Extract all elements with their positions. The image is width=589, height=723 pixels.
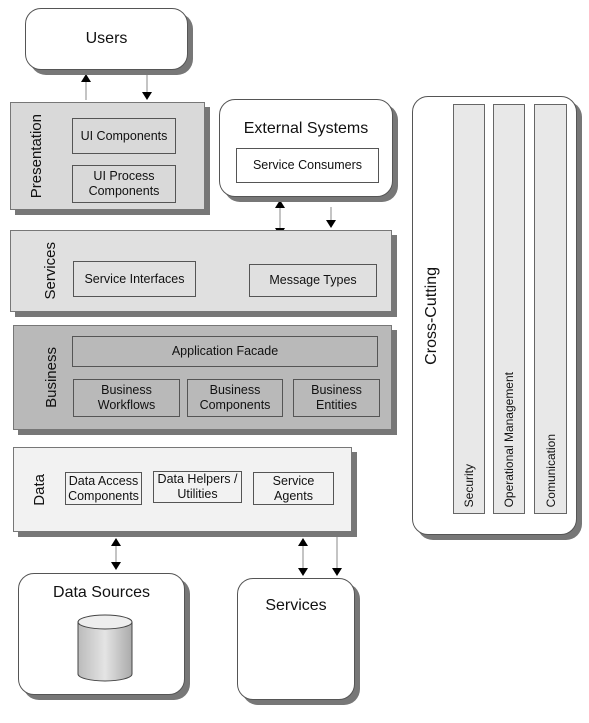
ui-process-components-box: UI Process Components	[72, 165, 176, 203]
services-layer: Services Service Interfaces Message Type…	[10, 230, 392, 312]
operational-management-column: Operational Management	[493, 104, 525, 514]
communication-label: Comunication	[543, 433, 558, 507]
security-column: Security	[453, 104, 485, 514]
service-interfaces-box: Service Interfaces	[73, 261, 196, 297]
database-icon	[77, 614, 133, 682]
business-entities-box: Business Entities	[293, 379, 380, 417]
external-systems-box: External Systems Service Consumers	[219, 99, 393, 197]
service-agents-box: Service Agents	[253, 472, 334, 505]
business-workflows-box: Business Workflows	[73, 379, 180, 417]
external-systems-title: External Systems	[243, 120, 369, 137]
presentation-label: Presentation	[27, 113, 45, 199]
business-components-box: Business Components	[187, 379, 283, 417]
presentation-layer: Presentation UI Components UI Process Co…	[10, 102, 205, 210]
cross-cutting-box: Cross-Cutting Security Operational Manag…	[412, 96, 577, 535]
data-layer: Data Data Access Components Data Helpers…	[13, 447, 352, 532]
application-facade-box: Application Facade	[72, 336, 378, 367]
message-types-box: Message Types	[249, 264, 377, 297]
users-title: Users	[85, 30, 128, 47]
operational-management-label: Operational Management	[502, 371, 516, 507]
security-label: Security	[462, 463, 476, 507]
data-sources-title: Data Sources	[53, 584, 150, 601]
communication-column: Comunication	[534, 104, 567, 514]
business-layer: Business Application Facade Business Wor…	[13, 325, 392, 430]
services-title: Services	[265, 597, 327, 614]
data-access-components-box: Data Access Components	[65, 472, 142, 505]
data-helpers-box: Data Helpers / Utilities	[153, 471, 242, 503]
users-box: Users	[25, 8, 188, 70]
ui-components-box: UI Components	[72, 118, 176, 154]
services-label: Services	[41, 242, 59, 300]
service-consumers-box: Service Consumers	[236, 148, 379, 183]
services-box: Services	[237, 578, 355, 700]
data-sources-box: Data Sources	[18, 573, 185, 695]
cross-cutting-label: Cross-Cutting	[423, 266, 440, 365]
business-label: Business	[42, 347, 60, 408]
data-label: Data	[30, 473, 48, 506]
